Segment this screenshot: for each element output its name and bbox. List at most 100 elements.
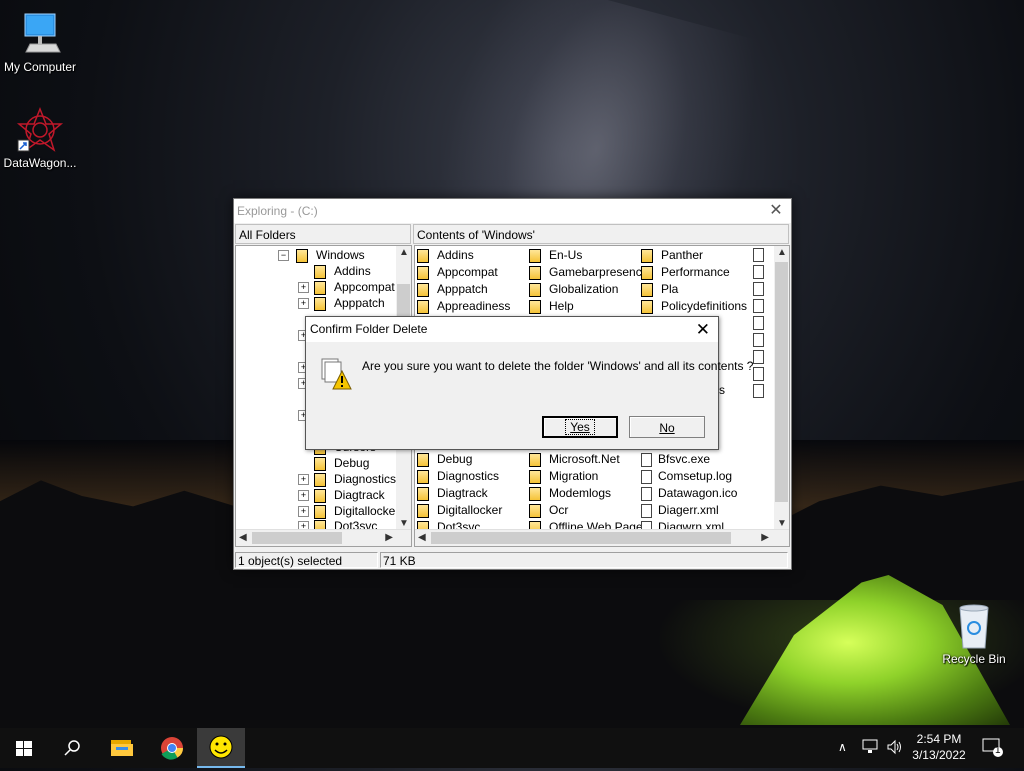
scroll-left-icon[interactable]: ◀ — [239, 532, 247, 543]
desktop-icon-my-computer[interactable]: My Computer — [0, 10, 80, 74]
folder-icon — [641, 265, 653, 280]
scroll-thumb[interactable] — [252, 532, 342, 544]
file-icon[interactable] — [753, 350, 764, 364]
file-icon[interactable] — [753, 282, 764, 296]
scroll-thumb[interactable] — [775, 262, 788, 502]
list-item[interactable]: Gamebarpresencewriter — [529, 264, 641, 281]
expand-icon[interactable]: + — [298, 474, 309, 485]
file-icon[interactable] — [753, 333, 764, 347]
scroll-right-icon[interactable]: ▶ — [761, 532, 769, 543]
file-icon[interactable] — [753, 367, 764, 381]
desktop-icon-recycle-bin[interactable]: Recycle Bin — [934, 602, 1014, 666]
folder-icon — [529, 299, 541, 314]
scroll-down-icon[interactable]: ▼ — [399, 518, 409, 529]
search-button[interactable] — [48, 728, 96, 768]
scroll-right-icon[interactable]: ▶ — [385, 532, 393, 543]
desktop-icon-label: Recycle Bin — [942, 652, 1006, 666]
file-icon[interactable] — [753, 316, 764, 330]
folder-icon — [314, 280, 326, 295]
tree-item[interactable]: Debug — [314, 455, 369, 471]
start-button[interactable] — [0, 728, 48, 768]
list-item[interactable]: Apppatch — [417, 281, 529, 298]
notification-center-icon[interactable]: 1 — [982, 738, 1004, 761]
folder-icon — [314, 456, 326, 471]
smiley-app-button[interactable] — [197, 728, 245, 768]
tree-horizontal-scrollbar[interactable]: ◀ ▶ — [236, 529, 411, 546]
file-icon — [641, 503, 652, 518]
list-item[interactable]: Datawagon.ico — [641, 485, 753, 502]
list-item[interactable]: Performance — [641, 264, 753, 281]
chrome-button[interactable] — [148, 728, 196, 768]
window-title: Exploring - (C:) — [237, 204, 318, 218]
list-item[interactable]: Diagerr.xml — [641, 502, 753, 519]
close-icon[interactable]: ✕ — [696, 317, 710, 342]
list-item[interactable]: Debug — [417, 451, 529, 468]
start-icon — [16, 741, 32, 756]
volume-icon[interactable] — [886, 738, 904, 759]
folder-icon — [529, 503, 541, 518]
list-item[interactable]: Appreadiness — [417, 298, 529, 315]
folder-icon — [417, 503, 429, 518]
list-item[interactable]: Bfsvc.exe — [641, 451, 753, 468]
scroll-left-icon[interactable]: ◀ — [418, 532, 426, 543]
folder-icon — [641, 248, 653, 263]
scroll-up-icon[interactable]: ▲ — [399, 247, 409, 258]
list-item[interactable]: Diagnostics — [417, 468, 529, 485]
file-explorer-button[interactable] — [98, 728, 146, 768]
scroll-thumb[interactable] — [431, 532, 731, 544]
folder-open-icon — [296, 248, 308, 263]
expand-icon[interactable]: + — [298, 506, 309, 517]
clock[interactable]: 2:54 PM 3/13/2022 — [904, 732, 974, 762]
list-item[interactable]: Pla — [641, 281, 753, 298]
expand-icon[interactable]: + — [298, 298, 309, 309]
list-item[interactable]: Comsetup.log — [641, 468, 753, 485]
chrome-icon — [161, 737, 183, 760]
network-icon[interactable] — [862, 739, 880, 758]
chevron-up-icon[interactable]: ∧ — [838, 740, 847, 754]
list-item[interactable]: Microsoft.Net — [529, 451, 641, 468]
file-icon[interactable] — [753, 299, 764, 313]
file-icon — [641, 486, 652, 501]
scroll-up-icon[interactable]: ▲ — [777, 247, 787, 258]
contents-vertical-scrollbar[interactable]: ▲ ▼ — [774, 246, 789, 530]
folder-icon — [314, 296, 326, 311]
contents-horizontal-scrollbar[interactable]: ◀ ▶ — [415, 529, 789, 546]
tree-item[interactable]: Addins — [314, 263, 371, 279]
explorer-titlebar[interactable]: Exploring - (C:) ✕ — [234, 199, 791, 223]
file-icon[interactable] — [753, 384, 764, 398]
list-item[interactable]: En-Us — [529, 247, 641, 264]
folder-icon — [529, 486, 541, 501]
folder-icon — [314, 264, 326, 279]
folder-icon — [417, 265, 429, 280]
list-item[interactable]: Panther — [641, 247, 753, 264]
file-icon[interactable] — [753, 248, 764, 262]
list-item[interactable]: Ocr — [529, 502, 641, 519]
desktop-icon-label: My Computer — [3, 60, 77, 74]
scroll-down-icon[interactable]: ▼ — [777, 518, 787, 529]
list-item[interactable]: Modemlogs — [529, 485, 641, 502]
list-item[interactable]: Appcompat — [417, 264, 529, 281]
list-item[interactable]: Globalization — [529, 281, 641, 298]
folder-icon — [529, 452, 541, 467]
no-button[interactable]: No — [629, 416, 705, 438]
close-icon[interactable]: ✕ — [761, 199, 791, 223]
status-selected: 1 object(s) selected — [235, 552, 378, 568]
list-item[interactable]: Addins — [417, 247, 529, 264]
collapse-icon[interactable]: − — [278, 250, 289, 261]
expand-icon[interactable]: + — [298, 490, 309, 501]
list-item[interactable]: Help — [529, 298, 641, 315]
list-item[interactable]: Digitallocker — [417, 502, 529, 519]
yes-button[interactable]: Yes — [542, 416, 618, 438]
list-item[interactable]: Diagtrack — [417, 485, 529, 502]
smiley-app-icon — [209, 735, 233, 759]
list-item[interactable]: Policydefinitions — [641, 298, 753, 315]
dialog-titlebar[interactable]: Confirm Folder Delete ✕ — [306, 317, 718, 342]
desktop-icon-label: DataWagon... — [3, 156, 77, 170]
expand-icon[interactable]: + — [298, 282, 309, 293]
folder-icon — [529, 469, 541, 484]
file-icon[interactable] — [753, 265, 764, 279]
list-item[interactable]: Migration — [529, 468, 641, 485]
clock-date: 3/13/2022 — [912, 748, 966, 762]
desktop-icon-datawagon[interactable]: DataWagon... — [0, 106, 80, 170]
confirm-delete-dialog[interactable]: Confirm Folder Delete ✕ Are you sure you… — [305, 316, 753, 450]
